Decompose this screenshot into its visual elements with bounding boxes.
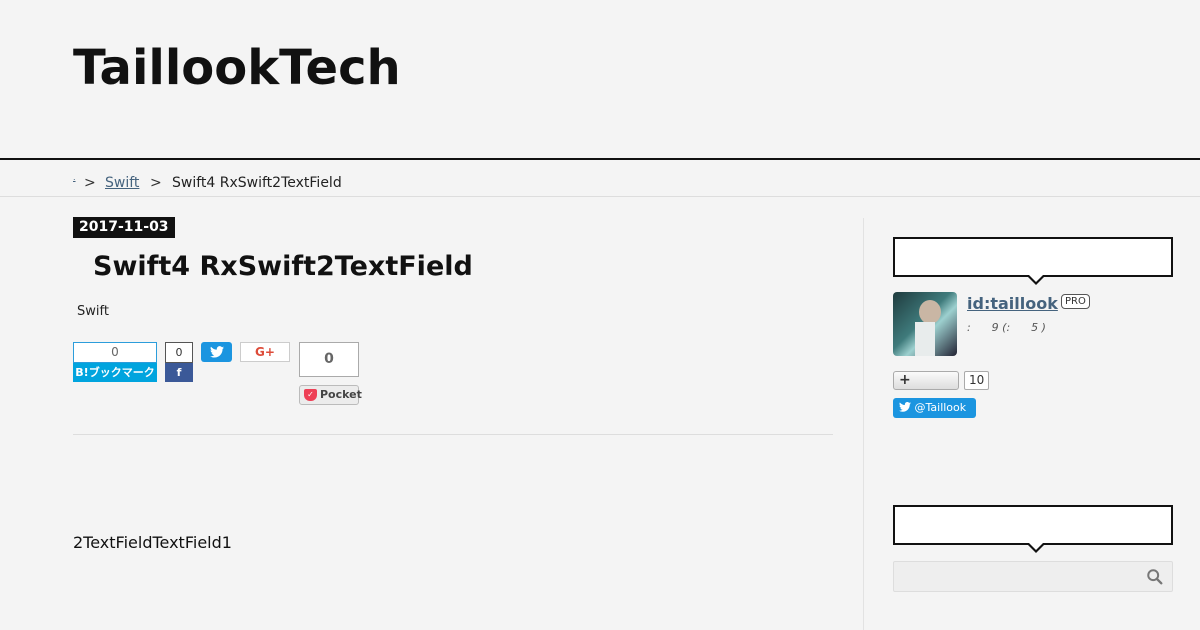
pocket-count: 0 bbox=[299, 342, 359, 377]
blog-header: TaillookTech bbox=[0, 0, 1200, 160]
hatena-bookmark-count: 0 bbox=[73, 342, 157, 363]
follow-count: 10 bbox=[964, 371, 990, 390]
sidebar-module-header-profile bbox=[893, 237, 1173, 285]
profile-id-link[interactable]: id:taillook bbox=[967, 294, 1058, 313]
profile-meta: : 9 (: 5 ) bbox=[967, 321, 1046, 334]
pocket-label-button[interactable]: ✓ Pocket bbox=[299, 385, 362, 405]
twitter-bird-icon bbox=[209, 346, 224, 358]
twitter-follow-button[interactable]: @Taillook bbox=[893, 398, 976, 418]
pocket-icon: ✓ bbox=[304, 389, 317, 401]
sidebar-module-header-search bbox=[893, 505, 1173, 553]
search-icon[interactable] bbox=[1146, 568, 1164, 586]
pro-badge[interactable]: PRO bbox=[1061, 294, 1090, 309]
twitter-follow-label: @Taillook bbox=[914, 401, 967, 414]
entry-divider bbox=[73, 434, 833, 435]
facebook-share-count: 0 bbox=[165, 342, 193, 363]
search-input[interactable] bbox=[893, 561, 1173, 592]
facebook-icon: f bbox=[165, 363, 193, 382]
avatar-face bbox=[919, 300, 941, 324]
breadcrumb-separator: > bbox=[150, 175, 162, 191]
entry-title[interactable]: Swift4 RxSwift2TextField bbox=[93, 251, 473, 282]
entry-date[interactable]: 2017-11-03 bbox=[73, 217, 175, 238]
sidebar-border bbox=[863, 218, 864, 630]
breadcrumb-home-link[interactable]: . bbox=[73, 173, 76, 182]
google-plus-button[interactable]: G+ bbox=[240, 342, 290, 362]
hatena-bookmark-button[interactable]: 0 B!ブックマーク bbox=[73, 342, 157, 382]
follow-button[interactable]: + bbox=[893, 371, 959, 390]
share-buttons: 0 B!ブックマーク 0 f G+ 0 ✓ Pocket bbox=[73, 342, 373, 412]
hatena-bookmark-label: B!ブックマーク bbox=[73, 363, 157, 382]
avatar[interactable] bbox=[893, 292, 957, 356]
pocket-button[interactable]: 0 ✓ Pocket bbox=[299, 342, 362, 406]
entry-category-link[interactable]: Swift bbox=[77, 304, 109, 319]
twitter-bird-icon bbox=[899, 402, 911, 412]
facebook-share-button[interactable]: 0 f bbox=[165, 342, 193, 382]
breadcrumb-separator: > bbox=[84, 175, 96, 191]
twitter-share-button[interactable] bbox=[201, 342, 232, 362]
entry-body: 2TextFieldTextField1 bbox=[73, 533, 232, 552]
avatar-shirt bbox=[915, 322, 935, 356]
breadcrumb: . > Swift > Swift4 RxSwift2TextField bbox=[0, 161, 1200, 197]
pocket-label: Pocket bbox=[320, 388, 362, 401]
breadcrumb-current: Swift4 RxSwift2TextField bbox=[172, 175, 342, 191]
blog-title[interactable]: TaillookTech bbox=[73, 40, 401, 96]
breadcrumb-category-link[interactable]: Swift bbox=[105, 175, 139, 191]
